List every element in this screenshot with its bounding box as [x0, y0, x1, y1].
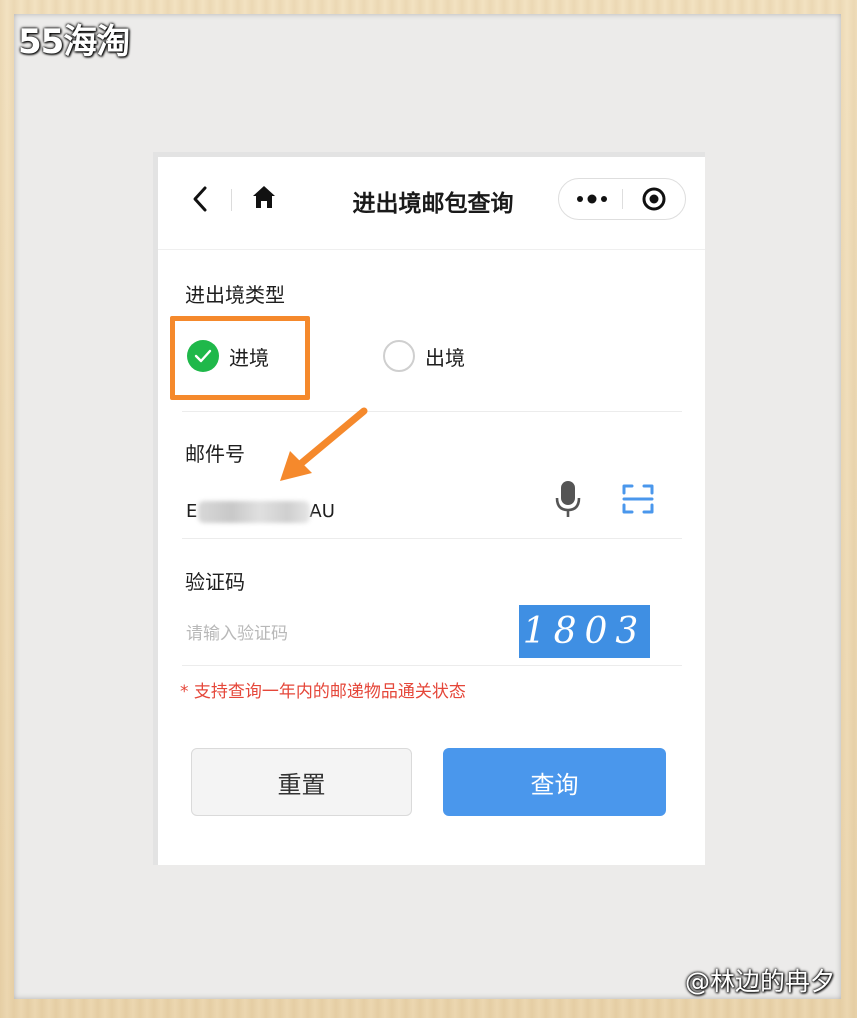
close-miniapp-button[interactable] [623, 179, 685, 219]
scan-icon [622, 484, 654, 514]
radio-outbound[interactable]: 出境 [383, 340, 465, 372]
nav-bar: 进出境邮包查询 [158, 157, 705, 250]
captcha-image[interactable]: 1803 [519, 605, 650, 658]
mail-prefix: E [186, 500, 198, 522]
divider [182, 411, 682, 412]
watermark-logo: 55海淘 [18, 22, 130, 62]
divider [182, 538, 682, 539]
microphone-icon [555, 481, 581, 517]
radio-inbound-label: 进境 [229, 345, 269, 370]
captcha-label: 验证码 [185, 570, 245, 594]
type-label: 进出境类型 [185, 283, 285, 307]
divider [182, 665, 682, 666]
home-button[interactable] [250, 183, 278, 211]
target-close-icon [642, 187, 666, 211]
chevron-left-icon [193, 186, 207, 212]
more-dots-icon [577, 194, 607, 204]
home-icon [253, 186, 275, 208]
redacted-blur [198, 501, 310, 523]
mail-number-label: 邮件号 [185, 442, 245, 466]
watermark-author: @林边的冉夕 [684, 967, 835, 996]
back-button[interactable] [192, 185, 208, 213]
phone-screen: 进出境邮包查询 进出境类型 进境 出境 邮件号 E AU 验证码 请输入验证码 … [153, 152, 705, 865]
more-button[interactable] [559, 179, 622, 219]
radio-outbound-label: 出境 [425, 345, 465, 370]
nav-divider [231, 189, 232, 211]
page-title: 进出境邮包查询 [352, 191, 514, 217]
mail-suffix: AU [309, 500, 335, 522]
voice-input-button[interactable] [553, 479, 583, 519]
query-note: * 支持查询一年内的邮递物品通关状态 [180, 682, 466, 702]
captcha-input[interactable] [186, 617, 486, 651]
scan-button[interactable] [621, 483, 655, 515]
radio-inbound[interactable]: 进境 [187, 340, 269, 372]
reset-button[interactable]: 重置 [191, 748, 412, 816]
capsule-menu [558, 178, 686, 220]
query-button[interactable]: 查询 [443, 748, 666, 816]
radio-unchecked-icon [383, 340, 415, 372]
radio-checked-icon [187, 340, 219, 372]
arrow-annotation-icon [280, 407, 368, 481]
